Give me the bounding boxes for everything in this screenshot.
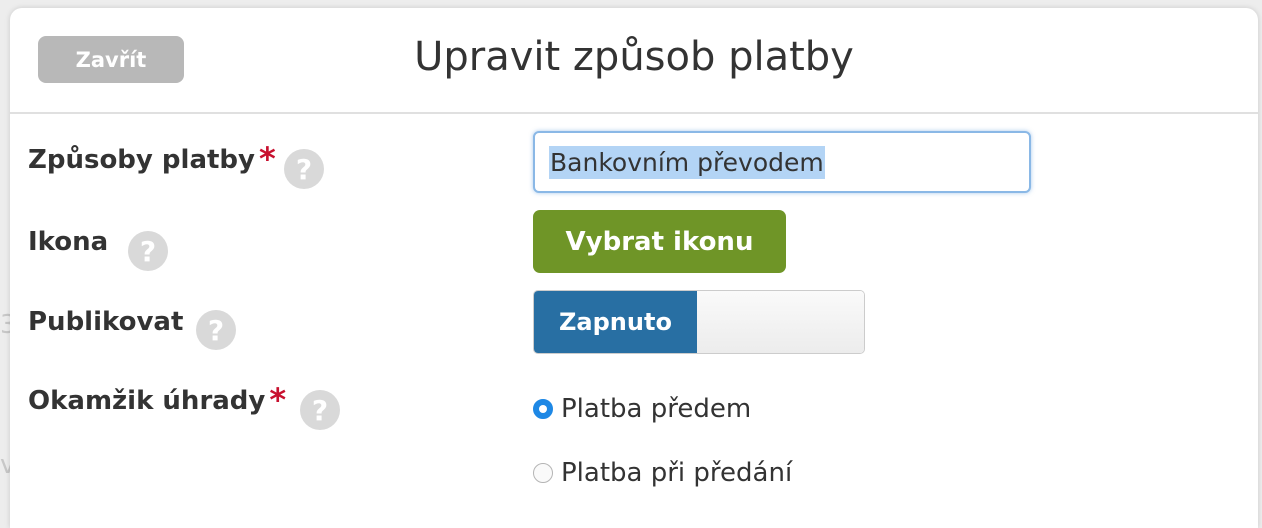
publish-label-text: Publikovat — [28, 307, 184, 337]
toggle-on-label: Zapnuto — [534, 291, 697, 353]
dialog-title: Upravit způsob platby — [414, 34, 854, 80]
publish-toggle[interactable]: Zapnuto — [533, 290, 865, 354]
radio-button-checked[interactable] — [533, 399, 553, 419]
icon-label-text: Ikona — [28, 227, 109, 257]
radio-option-prepayment[interactable]: Platba předem — [533, 394, 751, 424]
help-icon[interactable]: ? — [300, 390, 340, 430]
publish-label: Publikovat — [28, 307, 183, 337]
toggle-off-area — [697, 291, 864, 353]
help-icon[interactable]: ? — [196, 310, 236, 350]
payment-time-label: Okamžik úhrady * — [28, 381, 287, 419]
radio-option-label: Platba předem — [561, 394, 752, 424]
radio-option-label: Platba při předání — [561, 458, 793, 488]
payment-method-input[interactable]: Bankovním převodem — [533, 131, 1031, 193]
dialog-header: Zavřít Upravit způsob platby — [10, 8, 1258, 114]
help-icon[interactable]: ? — [284, 149, 324, 189]
radio-option-on-delivery[interactable]: Platba při předání — [533, 458, 792, 488]
required-marker: * — [269, 381, 287, 419]
payment-method-label: Způsoby platby * — [28, 140, 276, 178]
payment-time-label-text: Okamžik úhrady — [28, 386, 266, 416]
payment-method-input-value: Bankovním převodem — [549, 145, 825, 179]
required-marker: * — [258, 140, 276, 178]
icon-label: Ikona — [28, 227, 108, 257]
choose-icon-button[interactable]: Vybrat ikonu — [533, 210, 786, 273]
radio-button-unchecked[interactable] — [533, 463, 553, 483]
help-icon[interactable]: ? — [128, 231, 168, 271]
payment-method-label-text: Způsoby platby — [28, 145, 255, 175]
